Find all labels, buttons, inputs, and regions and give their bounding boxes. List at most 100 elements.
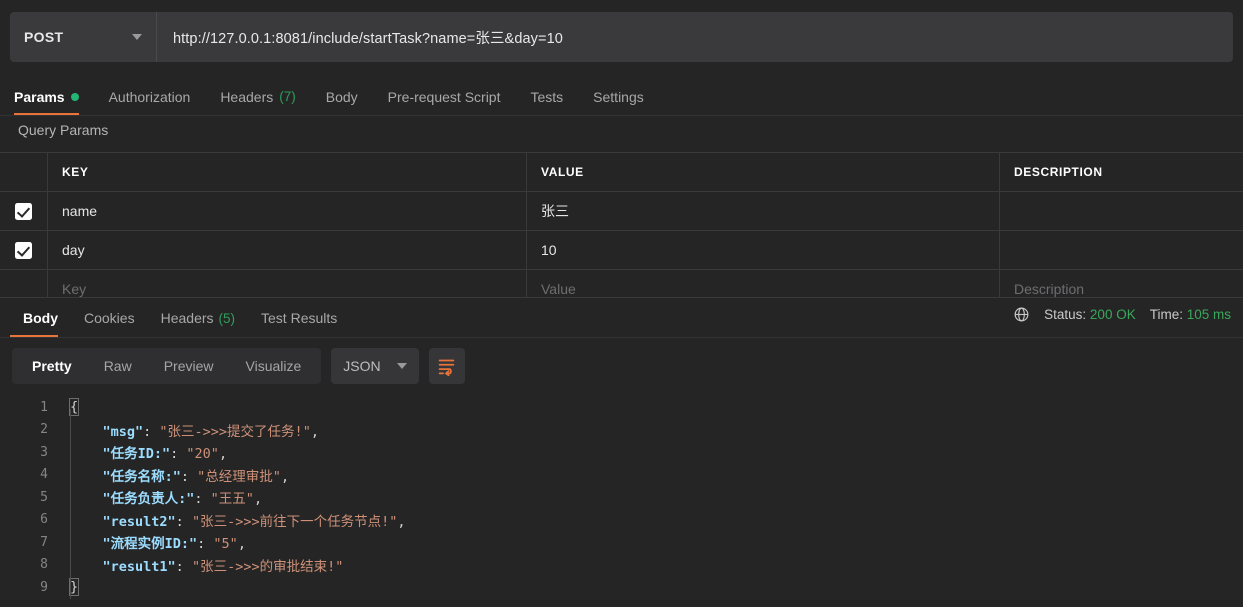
response-format-label: JSON (343, 358, 381, 374)
code-line: 4 "任务名称:": "总经理审批", (0, 464, 1243, 487)
response-tab-body-label: Body (23, 310, 58, 326)
query-params-table: KEY VALUE DESCRIPTION name 张三 day 10 Key… (0, 152, 1243, 309)
tab-params[interactable]: Params (14, 78, 94, 115)
token-str: "张三->>>的审批结束!" (191, 558, 344, 575)
token-str: "20" (186, 446, 219, 463)
globe-icon[interactable] (1013, 306, 1030, 323)
row-checkbox[interactable] (15, 241, 32, 259)
row-checkbox-cell (0, 231, 48, 269)
code-line: 7 "流程实例ID:": "5", (0, 531, 1243, 554)
token-key: "任务名称:" (102, 468, 181, 485)
response-tab-headers-count: (5) (218, 310, 236, 326)
response-tab-cookies[interactable]: Cookies (71, 299, 148, 337)
code-line: 9} (0, 576, 1243, 599)
line-number: 2 (40, 422, 48, 438)
line-number: 7 (40, 534, 48, 550)
response-tab-headers-label: Headers (160, 310, 214, 326)
line-content: "result2": "张三->>>前往下一个任务节点!", (58, 510, 1243, 530)
tab-authorization[interactable]: Authorization (94, 78, 206, 115)
token-key: "任务ID:" (102, 446, 171, 463)
row-description-input[interactable] (1000, 231, 1243, 269)
tab-headers-label: Headers (220, 88, 274, 105)
http-method-select[interactable]: POST (10, 12, 157, 62)
line-content: "msg": "张三->>>提交了任务!", (58, 420, 1243, 440)
tab-pre-request-script[interactable]: Pre-request Script (373, 78, 516, 115)
header-key: KEY (48, 153, 527, 191)
status-value: 200 OK (1089, 307, 1136, 322)
token-pun: , (280, 468, 290, 485)
token-pun: , (218, 446, 228, 463)
token-key: "result1" (102, 558, 176, 575)
view-mode-raw[interactable]: Raw (88, 348, 148, 384)
time-value: 105 ms (1186, 307, 1231, 322)
response-tab-test-results[interactable]: Test Results (248, 299, 350, 337)
token-key: "result2" (102, 513, 176, 530)
request-url-bar: POST http://127.0.0.1:8081/include/start… (10, 12, 1233, 62)
view-mode-pretty[interactable]: Pretty (16, 348, 88, 384)
word-wrap-button[interactable] (428, 348, 465, 384)
table-row: day 10 (0, 231, 1243, 270)
line-number: 5 (40, 489, 48, 505)
row-key-input[interactable]: name (48, 192, 527, 230)
tab-settings-label: Settings (593, 88, 644, 105)
line-content: { (58, 398, 1243, 417)
tab-body-label: Body (325, 88, 358, 105)
response-tab-body[interactable]: Body (10, 299, 71, 337)
status-label: Status: (1044, 307, 1087, 322)
token-pun: : (180, 468, 198, 485)
tab-headers-count: (7) (279, 89, 296, 104)
token-brace: { (68, 398, 80, 417)
params-modified-dot-icon (70, 92, 79, 101)
token-pun: : (197, 536, 214, 553)
token-str: "张三->>>提交了任务!" (159, 423, 311, 440)
table-row: name 张三 (0, 192, 1243, 231)
chevron-down-icon (396, 363, 407, 369)
token-pun: , (253, 491, 263, 508)
token-pun: : (170, 446, 187, 463)
view-mode-preview[interactable]: Preview (148, 348, 230, 384)
token-pun: : (175, 558, 192, 575)
code-line: 3 "任务ID:": "20", (0, 441, 1243, 464)
row-description-input[interactable] (1000, 192, 1243, 230)
line-content: "任务负责人:": "王五", (58, 487, 1243, 507)
response-format-select[interactable]: JSON (331, 348, 419, 384)
tab-settings[interactable]: Settings (578, 78, 659, 115)
line-content: } (58, 578, 1243, 597)
row-key-input[interactable]: day (48, 231, 527, 269)
line-number: 9 (40, 579, 48, 595)
line-number: 6 (40, 512, 48, 528)
response-tab-headers[interactable]: Headers (5) (148, 299, 248, 337)
code-line: 2 "msg": "张三->>>提交了任务!", (0, 419, 1243, 442)
token-key: "流程实例ID:" (102, 536, 198, 553)
code-line: 8 "result1": "张三->>>的审批结束!" (0, 554, 1243, 577)
row-value-input[interactable]: 10 (527, 231, 1000, 269)
line-number: 3 (40, 444, 48, 460)
view-mode-visualize[interactable]: Visualize (230, 348, 318, 384)
status-badge[interactable]: Status: 200 OK (1044, 307, 1136, 322)
query-params-title: Query Params (18, 122, 109, 138)
token-pun: : (175, 513, 192, 530)
url-input[interactable]: http://127.0.0.1:8081/include/startTask?… (157, 12, 1233, 62)
time-badge[interactable]: Time: 105 ms (1150, 307, 1231, 322)
response-tab-test-results-label: Test Results (261, 310, 338, 326)
line-number: 8 (40, 557, 48, 573)
code-line: 1{ (0, 396, 1243, 419)
view-mode-group: Pretty Raw Preview Visualize (12, 348, 322, 384)
tab-tests[interactable]: Tests (515, 78, 578, 115)
token-pun: , (310, 423, 319, 440)
response-tab-cookies-label: Cookies (84, 310, 135, 326)
line-number: 4 (40, 467, 48, 483)
token-brace: } (68, 578, 80, 597)
line-content: "任务ID:": "20", (58, 442, 1243, 462)
token-pun: , (237, 536, 246, 553)
tab-headers[interactable]: Headers (7) (205, 78, 310, 115)
response-body-code[interactable]: 1{2 "msg": "张三->>>提交了任务!", 3 "任务ID:": "20… (0, 396, 1243, 607)
token-pun: , (397, 513, 406, 530)
tab-body[interactable]: Body (311, 78, 373, 115)
tab-pre-request-script-label: Pre-request Script (387, 88, 501, 105)
row-value-input[interactable]: 张三 (527, 192, 1000, 230)
row-checkbox-cell (0, 192, 48, 230)
row-checkbox[interactable] (15, 202, 32, 220)
token-str: "总经理审批" (197, 468, 281, 485)
line-number: 1 (40, 399, 48, 415)
